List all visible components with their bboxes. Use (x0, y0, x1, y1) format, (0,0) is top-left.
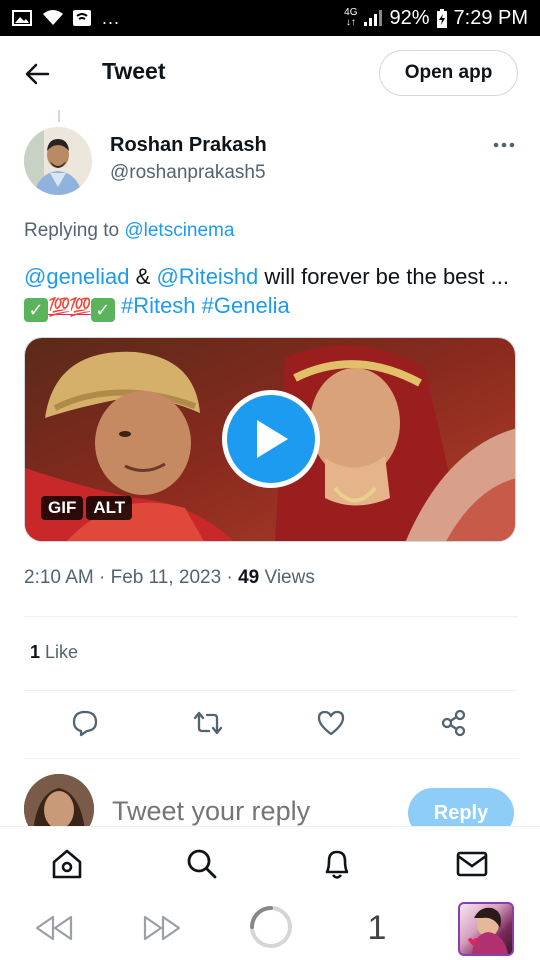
author-name[interactable]: Roshan Prakash (110, 134, 267, 157)
thread-line (58, 110, 60, 122)
reply-button[interactable]: Reply (408, 788, 514, 826)
likes-label: Like (45, 642, 79, 662)
wifi-calling-icon (72, 9, 92, 27)
gif-media[interactable]: GIF ALT (24, 337, 516, 542)
image-notification-icon (12, 9, 32, 27)
more-notifications-indicator: ... (102, 7, 121, 28)
mention-link-geneliad[interactable]: @geneliad (24, 264, 130, 289)
battery-charging-icon (436, 9, 448, 28)
reply-composer: Reply (0, 760, 540, 826)
alt-badge[interactable]: ALT (86, 496, 133, 520)
reply-input[interactable] (112, 796, 392, 826)
check-mark-emoji-icon: ✓ (90, 298, 115, 322)
check-mark-emoji-icon: ✓ (24, 298, 48, 322)
tweet-actions (0, 708, 540, 744)
search-icon[interactable] (185, 847, 219, 881)
mention-link-riteishd[interactable]: @Riteishd (156, 264, 258, 289)
retweet-icon[interactable] (193, 708, 223, 738)
tab-count[interactable]: 1 (362, 908, 392, 948)
hashtag-link-genelia[interactable]: #Genelia (202, 293, 290, 318)
back-arrow-icon[interactable] (22, 60, 52, 88)
wifi-icon (42, 9, 63, 27)
tweet-text: @geneliad & @Riteishd will forever be th… (24, 262, 519, 322)
rewind-back-icon[interactable] (34, 908, 74, 948)
bottom-navigation (0, 826, 540, 896)
network-type: 4G ↓↑ (344, 7, 358, 28)
share-icon[interactable] (439, 708, 469, 738)
fast-forward-icon[interactable] (142, 908, 182, 948)
tweet-body-text: will forever be the best ... (264, 264, 509, 289)
author-handle[interactable]: @roshanprakash5 (110, 162, 266, 184)
divider (24, 616, 518, 617)
page-title: Tweet (102, 58, 166, 84)
browser-toolbar: 1 (0, 896, 540, 960)
tab-preview-thumbnail[interactable] (458, 902, 514, 956)
current-user-avatar[interactable] (24, 774, 94, 826)
more-options-icon[interactable] (490, 135, 518, 155)
notifications-bell-icon[interactable] (320, 847, 354, 881)
tweet-time[interactable]: 2:10 AM (24, 567, 94, 588)
ampersand-text: & (135, 264, 151, 289)
home-icon[interactable] (50, 847, 84, 881)
hundred-points-emoji-icon: 💯💯 (48, 297, 92, 317)
gif-badge: GIF (41, 496, 84, 520)
views-count: 49 (238, 567, 260, 588)
views-label: Views (264, 567, 315, 588)
tweet-meta: 2:10 AM · Feb 11, 2023 · 49 Views (24, 567, 315, 588)
play-icon[interactable] (222, 390, 320, 488)
author-avatar[interactable] (24, 127, 92, 195)
media-badges: GIF ALT (41, 496, 133, 520)
replying-to-mention-link[interactable]: @letscinema (124, 220, 234, 241)
replying-to-prefix: Replying to (24, 220, 120, 241)
battery-percent: 92% (389, 6, 430, 29)
replying-to: Replying to @letscinema (24, 220, 234, 242)
loading-spinner-icon (248, 904, 294, 950)
likes-count: 1 (30, 642, 41, 662)
likes-summary[interactable]: 1 Like (30, 642, 78, 663)
open-app-button[interactable]: Open app (379, 50, 518, 96)
divider (24, 690, 518, 691)
divider (24, 758, 518, 759)
reply-icon[interactable] (70, 708, 100, 738)
tweet-date[interactable]: Feb 11, 2023 (111, 567, 222, 588)
like-heart-icon[interactable] (316, 708, 346, 738)
top-app-bar: Tweet Open app (0, 36, 540, 110)
hashtag-link-ritesh[interactable]: #Ritesh (121, 293, 196, 318)
signal-icon (363, 9, 383, 27)
status-bar: ... 4G ↓↑ 92% 7:29 PM (0, 0, 540, 36)
clock: 7:29 PM (453, 6, 528, 29)
messages-mail-icon[interactable] (455, 847, 489, 881)
